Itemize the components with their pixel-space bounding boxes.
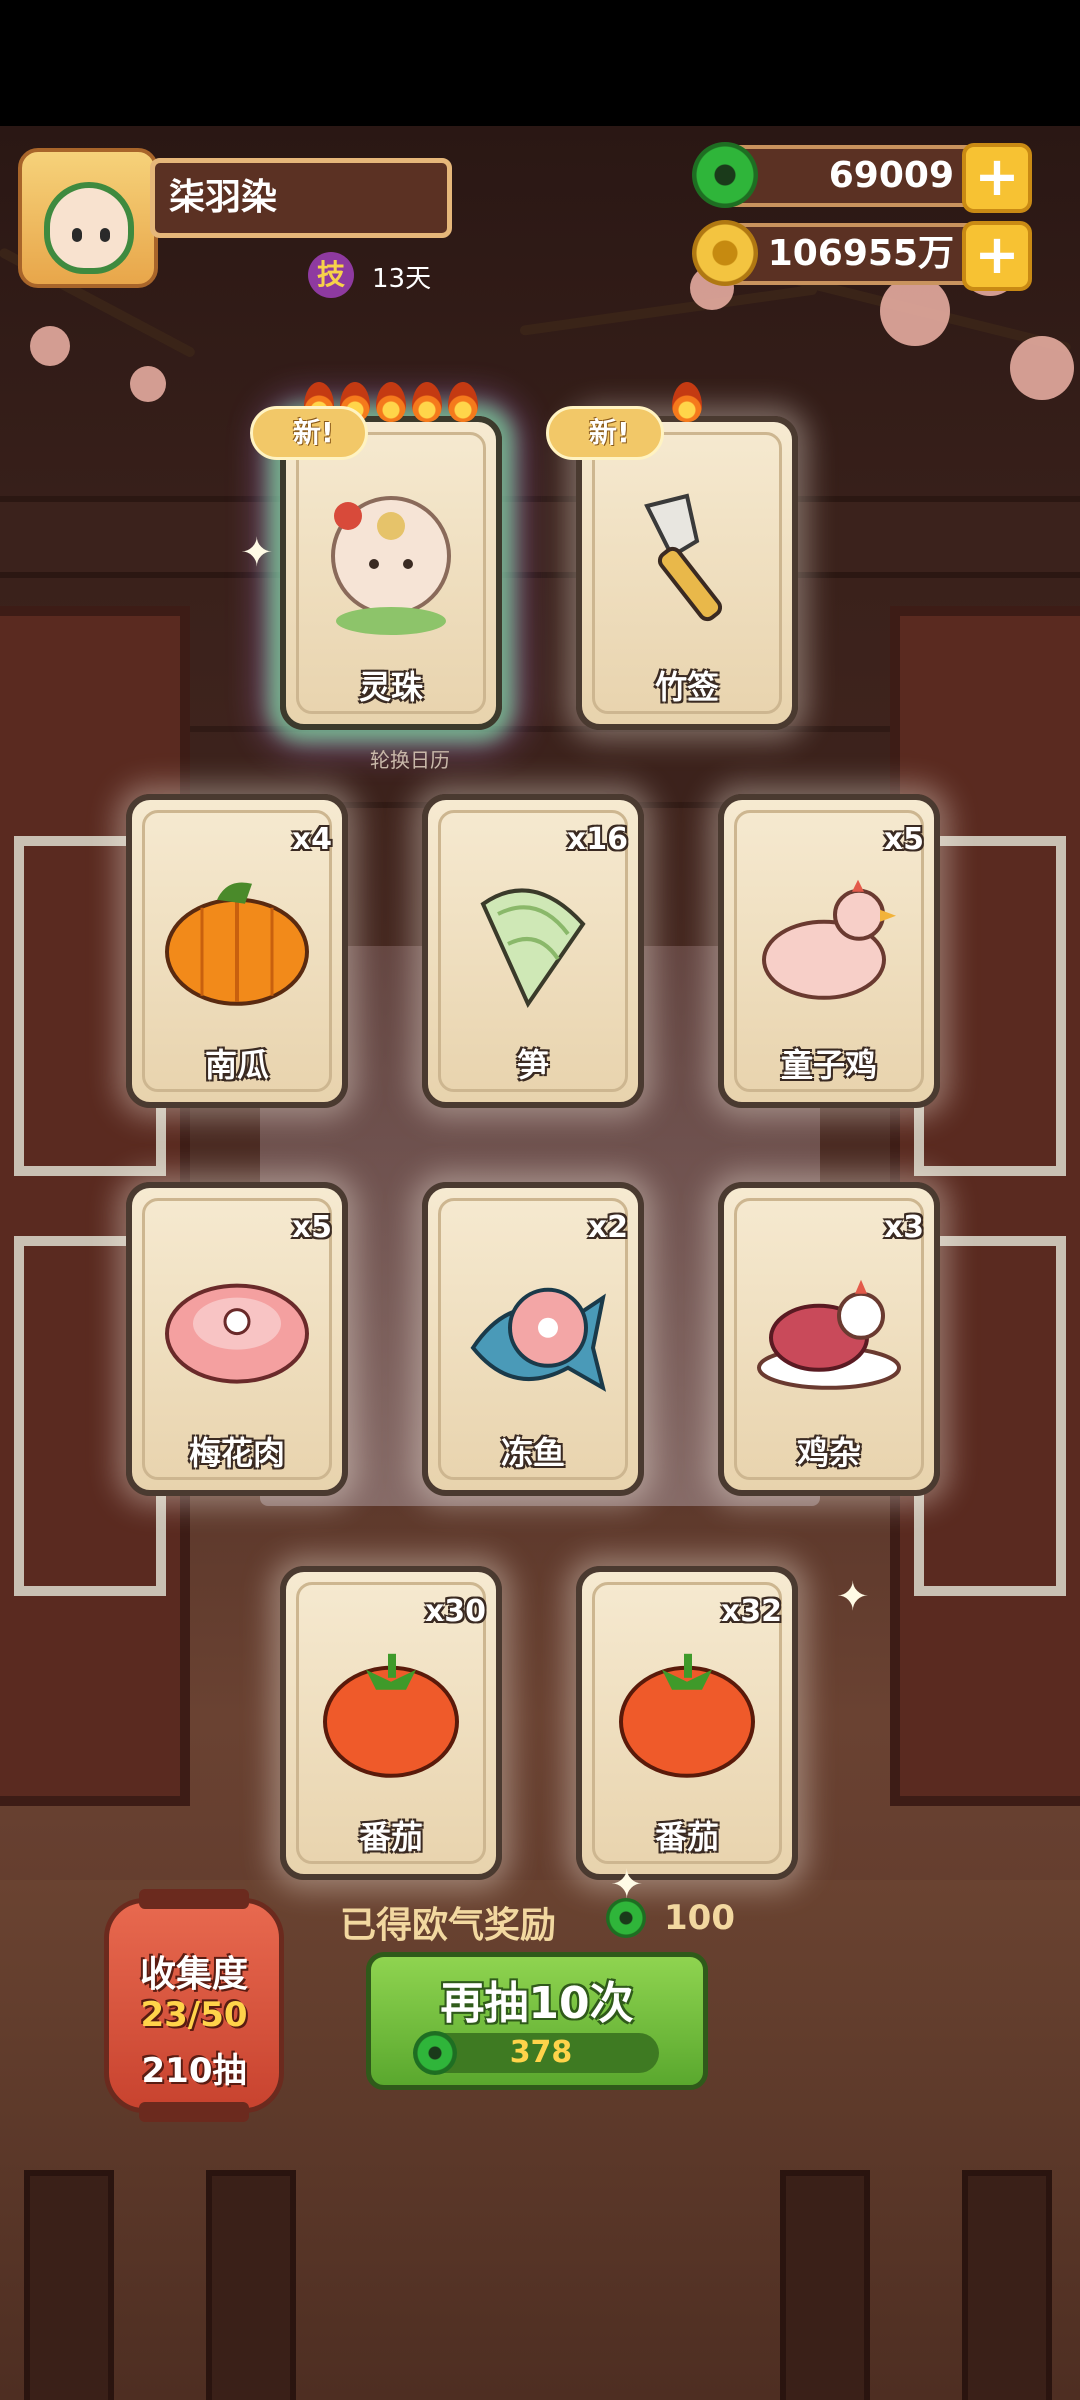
reward-card[interactable]: x30 番茄	[280, 1566, 502, 1880]
card-count: x4	[291, 822, 332, 857]
draw-10-button[interactable]: 再抽10次 378	[366, 1952, 708, 2090]
railing-post	[24, 2170, 114, 2400]
card-count: x5	[291, 1210, 332, 1245]
bamboo-shoot-icon	[480, 888, 586, 1009]
reward-card[interactable]: x32 番茄	[576, 1566, 798, 1880]
card-label: 冻鱼	[500, 1434, 565, 1472]
collection-draw-count: 210抽	[141, 2051, 247, 2091]
reward-card[interactable]: x5 童子鸡	[718, 794, 940, 1108]
reward-card[interactable]: 新! 竹签	[546, 382, 798, 730]
card-label: 竹签	[654, 668, 719, 706]
jade-icon	[606, 1898, 646, 1938]
skill-days: 13天	[372, 264, 432, 294]
reward-card[interactable]: x3 鸡杂	[718, 1182, 940, 1496]
flame-icon	[376, 382, 406, 422]
sparkle-icon: ✦	[240, 530, 274, 576]
reward-card[interactable]: x16 笋	[422, 794, 644, 1108]
reward-card[interactable]: x2 冻鱼	[422, 1182, 644, 1496]
blossom-branch	[519, 284, 818, 336]
add-coin-button[interactable]: +	[962, 221, 1032, 291]
draw-cost-value: 378	[509, 2035, 573, 2070]
card-count: x2	[587, 1210, 628, 1245]
card-label: 灵珠	[358, 668, 423, 706]
card-label: 南瓜	[204, 1046, 269, 1084]
railing-post	[206, 2170, 296, 2400]
card-label: 番茄	[358, 1818, 423, 1856]
coin-icon	[692, 220, 758, 286]
add-jade-button[interactable]: +	[962, 143, 1032, 213]
player-avatar[interactable]	[18, 148, 158, 288]
luck-reward-value: 100	[664, 1898, 735, 1938]
collection-progress: 23/50	[140, 1995, 248, 2035]
card-count: x3	[883, 1210, 924, 1245]
tomato-icon	[619, 1653, 755, 1778]
card-label: 童子鸡	[780, 1046, 877, 1084]
reward-card[interactable]: x5 梅花肉	[126, 1182, 348, 1496]
card-count: x5	[883, 822, 924, 857]
draw-button-label: 再抽10次	[440, 1978, 634, 2029]
rotation-calendar-caption: 轮换日历	[370, 748, 450, 772]
railing-post	[780, 2170, 870, 2400]
flame-icon	[448, 382, 478, 422]
collection-progress-lantern[interactable]: 收集度 23/50 210抽	[104, 1889, 284, 2122]
card-label: 鸡杂	[796, 1434, 861, 1472]
jade-amount: 69009	[828, 155, 954, 196]
skewer-icon	[644, 493, 723, 622]
flame-icon	[672, 382, 702, 422]
collection-title: 收集度	[139, 1954, 248, 1995]
chicken-giblets-icon	[757, 1279, 901, 1390]
reward-card[interactable]: x4 南瓜	[126, 794, 348, 1108]
pork-shoulder-icon	[165, 1283, 309, 1384]
reward-card[interactable]: 新! 灵珠	[250, 382, 502, 730]
skill-icon: 技	[308, 252, 354, 298]
flame-icon	[412, 382, 442, 422]
tomato-icon	[323, 1653, 459, 1778]
pumpkin-icon	[165, 882, 309, 1006]
railing-post	[962, 2170, 1052, 2400]
new-badge: 新!	[546, 406, 664, 460]
jade-icon	[692, 142, 758, 208]
card-label: 笋	[516, 1046, 549, 1084]
spirit-pearl-icon	[331, 496, 451, 635]
luck-reward-label: 已得欧气奖励	[340, 1905, 557, 1946]
card-label: 梅花肉	[188, 1434, 285, 1472]
card-label: 番茄	[654, 1818, 719, 1856]
draw-cost: 378	[413, 2031, 659, 2075]
card-count: x30	[424, 1594, 486, 1629]
new-badge: 新!	[250, 406, 368, 460]
coin-amount: 106955万	[767, 233, 954, 274]
card-count: x16	[566, 822, 628, 857]
young-chicken-icon	[762, 879, 896, 1000]
frozen-fish-icon	[470, 1287, 607, 1392]
wall-beam	[0, 496, 1080, 578]
sparkle-icon: ✦	[836, 1574, 870, 1620]
card-count: x32	[720, 1594, 782, 1629]
player-name: 柒羽染	[150, 158, 452, 238]
